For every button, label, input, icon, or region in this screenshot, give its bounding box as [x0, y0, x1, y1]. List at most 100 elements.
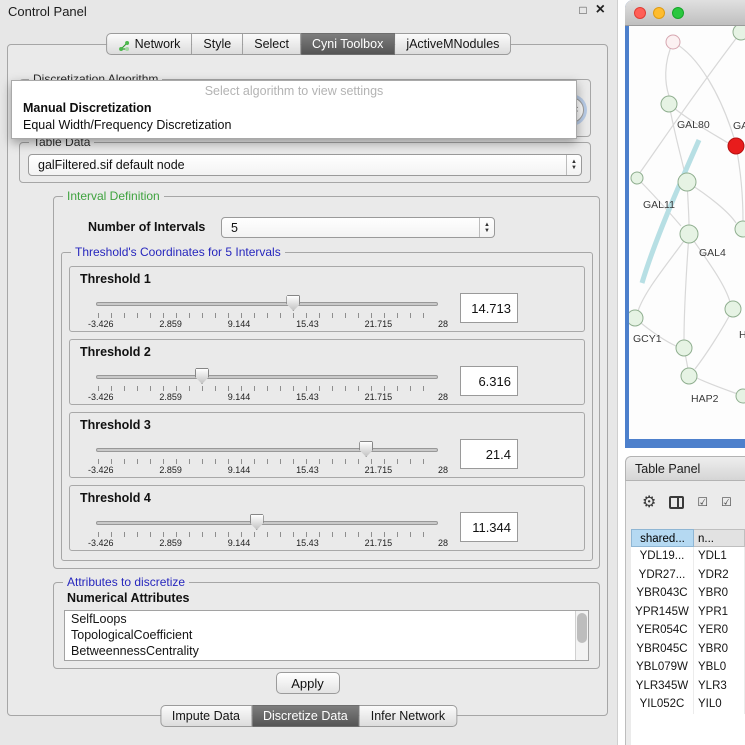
tab-discretize-data[interactable]: Discretize Data	[252, 705, 360, 727]
table-header-row: shared...n...	[631, 529, 745, 547]
threshold-slider: -3.4262.8599.14415.4321.71528	[96, 445, 438, 477]
table-cell[interactable]: YBL0	[694, 658, 745, 677]
table-cell[interactable]: YER0	[694, 621, 745, 640]
columns-icon[interactable]	[669, 496, 684, 509]
table-cell[interactable]: YIL052C	[631, 695, 694, 714]
zoom-traffic-light[interactable]	[672, 7, 684, 19]
slider-ticks	[98, 532, 436, 537]
table-row[interactable]: YER054CYER0	[631, 621, 745, 640]
network-node[interactable]	[666, 35, 680, 49]
network-node[interactable]	[733, 26, 745, 40]
table-cell[interactable]: YBR045C	[631, 640, 694, 659]
slider-track[interactable]	[96, 448, 438, 452]
network-edge	[639, 32, 741, 174]
table-data-group: Table Data galFiltered.sif default node …	[19, 142, 591, 183]
network-node[interactable]	[629, 310, 643, 326]
slider-thumb[interactable]	[195, 368, 209, 384]
table-cell[interactable]: YDL19...	[631, 547, 694, 566]
combo-arrows-icon: ▲ ▼	[479, 218, 494, 237]
tab-network[interactable]: Network	[106, 33, 193, 55]
table-cell[interactable]: YBR0	[694, 584, 745, 603]
table-column-header[interactable]: n...	[694, 529, 745, 547]
table-row[interactable]: YIL052CYIL0	[631, 695, 745, 714]
list-scrollbar[interactable]	[575, 611, 588, 660]
network-edge	[666, 42, 673, 96]
network-node[interactable]	[676, 340, 692, 356]
table-cell[interactable]: YLR345W	[631, 677, 694, 696]
table-row[interactable]: YBL079WYBL0	[631, 658, 745, 677]
slider-track[interactable]	[96, 375, 438, 379]
network-node[interactable]	[736, 389, 745, 403]
threshold-value-field[interactable]: 6.316	[460, 366, 518, 396]
slider-thumb[interactable]	[250, 514, 264, 530]
scale-label: 2.859	[159, 392, 182, 402]
tab-style[interactable]: Style	[192, 33, 243, 55]
slider-track[interactable]	[96, 302, 438, 306]
table-row[interactable]: YBR045CYBR0	[631, 640, 745, 659]
table-cell[interactable]: YIL0	[694, 695, 745, 714]
checkbox-icon[interactable]: ☑	[697, 495, 708, 509]
tab-impute-data[interactable]: Impute Data	[160, 705, 252, 727]
network-node[interactable]	[735, 221, 745, 237]
threshold-value-field[interactable]: 14.713	[460, 293, 518, 323]
network-node[interactable]	[680, 225, 698, 243]
slider-track[interactable]	[96, 521, 438, 525]
close-window-icon[interactable]: ×	[596, 2, 605, 18]
scale-label: 15.43	[296, 392, 319, 402]
float-window-icon[interactable]: □	[579, 3, 586, 17]
network-node[interactable]	[728, 138, 744, 154]
table-cell[interactable]: YDR27...	[631, 566, 694, 585]
scrollbar-thumb[interactable]	[577, 613, 587, 643]
attribute-list-item[interactable]: SelfLoops	[65, 611, 588, 627]
table-column-header[interactable]: shared...	[631, 529, 694, 547]
table-cell[interactable]: YBR0	[694, 640, 745, 659]
table-cell[interactable]: YDR2	[694, 566, 745, 585]
attributes-list: SelfLoopsTopologicalCoefficientBetweenne…	[65, 611, 588, 659]
threshold-value-field[interactable]: 11.344	[460, 512, 518, 542]
close-traffic-light[interactable]	[634, 7, 646, 19]
tab-infer-network[interactable]: Infer Network	[360, 705, 457, 727]
table-cell[interactable]: YDL1	[694, 547, 745, 566]
minimize-traffic-light[interactable]	[653, 7, 665, 19]
network-node[interactable]	[681, 368, 697, 384]
slider-thumb[interactable]	[359, 441, 373, 457]
number-of-intervals-label: Number of Intervals	[88, 220, 205, 234]
network-node[interactable]	[678, 173, 696, 191]
network-edge	[689, 234, 730, 302]
dropdown-option-equal-width[interactable]: Equal Width/Frequency Discretization	[12, 117, 576, 134]
table-cell[interactable]: YPR145W	[631, 603, 694, 622]
table-cell[interactable]: YLR3	[694, 677, 745, 696]
table-row[interactable]: YLR345WYLR3	[631, 677, 745, 696]
network-node[interactable]	[725, 301, 741, 317]
interval-definition-group: Interval Definition Number of Intervals …	[53, 196, 600, 569]
threshold-value-field[interactable]: 21.4	[460, 439, 518, 469]
attribute-list-item[interactable]: BetweennessCentrality	[65, 643, 588, 659]
table-row[interactable]: YDR27...YDR2	[631, 566, 745, 585]
tab-select[interactable]: Select	[243, 33, 301, 55]
network-svg: GAL80GAGAL11GAL4GCY1HHAP2	[629, 26, 745, 439]
network-node[interactable]	[631, 172, 643, 184]
table-row[interactable]: YPR145WYPR1	[631, 603, 745, 622]
scale-label: 2.859	[159, 319, 182, 329]
tab-jactivemnodules[interactable]: jActiveMNodules	[395, 33, 511, 55]
network-canvas[interactable]: GAL80GAGAL11GAL4GCY1HHAP2	[629, 26, 745, 439]
table-data-combo[interactable]: galFiltered.sif default node ▲ ▼	[28, 154, 582, 176]
table-cell[interactable]: YER054C	[631, 621, 694, 640]
table-cell[interactable]: YBL079W	[631, 658, 694, 677]
gear-icon[interactable]: ⚙	[642, 492, 656, 512]
dropdown-option-manual[interactable]: Manual Discretization	[12, 100, 576, 117]
number-of-intervals-combo[interactable]: 5 ▲ ▼	[221, 217, 495, 238]
network-node-label: H	[739, 329, 745, 341]
slider-scale: -3.4262.8599.14415.4321.71528	[88, 392, 448, 402]
table-cell[interactable]: YBR043C	[631, 584, 694, 603]
tab-cyni-toolbox[interactable]: Cyni Toolbox	[301, 33, 395, 55]
checkbox-icon[interactable]: ☑	[721, 495, 732, 509]
window-title: Control Panel	[8, 4, 87, 19]
table-row[interactable]: YBR043CYBR0	[631, 584, 745, 603]
network-node[interactable]	[661, 96, 677, 112]
attribute-list-item[interactable]: TopologicalCoefficient	[65, 627, 588, 643]
table-row[interactable]: YDL19...YDL1	[631, 547, 745, 566]
table-cell[interactable]: YPR1	[694, 603, 745, 622]
slider-thumb[interactable]	[286, 295, 300, 311]
apply-button[interactable]: Apply	[276, 672, 340, 694]
